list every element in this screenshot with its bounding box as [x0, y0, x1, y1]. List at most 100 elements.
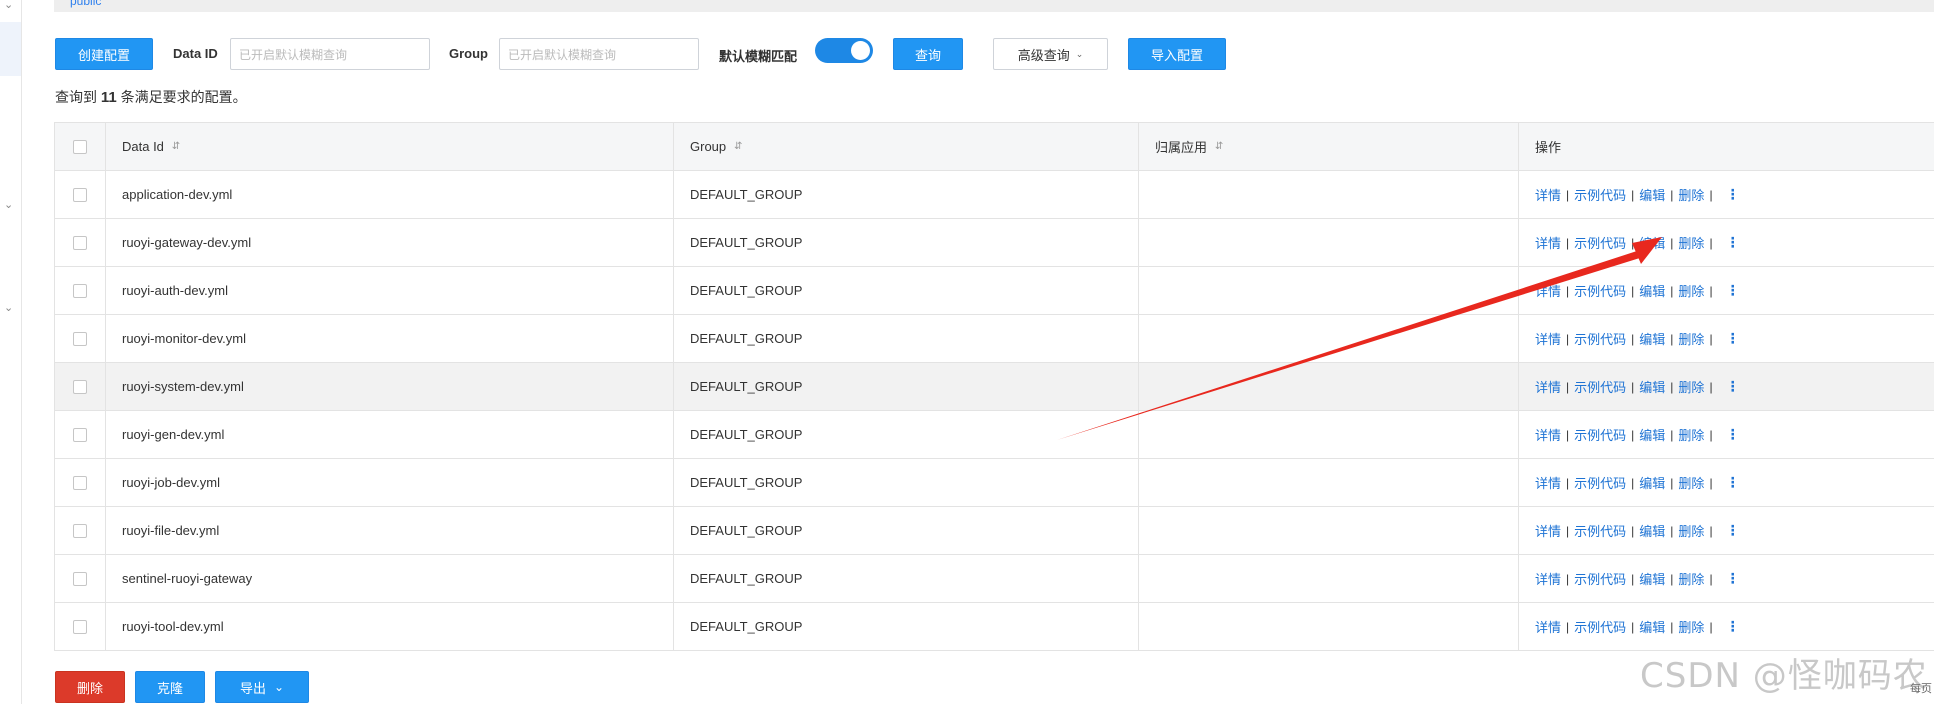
edit-link[interactable]: 编辑: [1639, 377, 1665, 396]
sample-code-link[interactable]: 示例代码: [1574, 233, 1626, 252]
detail-link[interactable]: 详情: [1535, 377, 1561, 396]
sample-code-link[interactable]: 示例代码: [1574, 521, 1626, 540]
edit-link[interactable]: 编辑: [1639, 473, 1665, 492]
edit-link[interactable]: 编辑: [1639, 185, 1665, 204]
edit-link[interactable]: 编辑: [1639, 569, 1665, 588]
select-all-checkbox[interactable]: [73, 139, 87, 154]
data-id-cell: ruoyi-job-dev.yml: [106, 459, 674, 506]
data-id-cell: ruoyi-gen-dev.yml: [106, 411, 674, 458]
row-checkbox[interactable]: [73, 427, 87, 442]
group-cell: DEFAULT_GROUP: [674, 603, 1139, 650]
detail-link[interactable]: 详情: [1535, 329, 1561, 348]
app-cell: [1139, 555, 1519, 602]
detail-link[interactable]: 详情: [1535, 521, 1561, 540]
separator: |: [1566, 331, 1570, 346]
sample-code-link[interactable]: 示例代码: [1574, 377, 1626, 396]
row-checkbox[interactable]: [73, 331, 87, 346]
sample-code-link[interactable]: 示例代码: [1574, 281, 1626, 300]
detail-link[interactable]: 详情: [1535, 425, 1561, 444]
delete-link[interactable]: 删除: [1678, 377, 1704, 396]
group-input[interactable]: 已开启默认模糊查询: [499, 38, 699, 70]
delete-link[interactable]: 删除: [1678, 233, 1704, 252]
row-checkbox[interactable]: [73, 187, 87, 202]
separator: |: [1709, 475, 1713, 490]
more-actions-icon[interactable]: ⋮: [1726, 378, 1740, 395]
more-actions-icon[interactable]: ⋮: [1726, 426, 1740, 443]
edit-link[interactable]: 编辑: [1639, 521, 1665, 540]
delete-link[interactable]: 删除: [1678, 329, 1704, 348]
app-cell: [1139, 219, 1519, 266]
chevron-down-icon: ⌄: [273, 680, 285, 694]
sample-code-link[interactable]: 示例代码: [1574, 617, 1626, 636]
more-actions-icon[interactable]: ⋮: [1726, 186, 1740, 203]
sample-code-link[interactable]: 示例代码: [1574, 329, 1626, 348]
delete-link[interactable]: 删除: [1678, 473, 1704, 492]
more-actions-icon[interactable]: ⋮: [1726, 474, 1740, 491]
sort-icon[interactable]: ⇵: [172, 141, 180, 152]
detail-link[interactable]: 详情: [1535, 617, 1561, 636]
summary-prefix: 查询到: [55, 89, 97, 105]
detail-link[interactable]: 详情: [1535, 473, 1561, 492]
row-checkbox[interactable]: [73, 475, 87, 490]
detail-link[interactable]: 详情: [1535, 233, 1561, 252]
sort-icon[interactable]: ⇵: [1215, 141, 1223, 152]
row-checkbox[interactable]: [73, 619, 87, 634]
more-actions-icon[interactable]: ⋮: [1726, 570, 1740, 587]
detail-link[interactable]: 详情: [1535, 569, 1561, 588]
edit-link[interactable]: 编辑: [1639, 329, 1665, 348]
group-cell: DEFAULT_GROUP: [674, 219, 1139, 266]
chevron-down-icon[interactable]: ⌄: [4, 303, 13, 314]
advanced-query-button[interactable]: 高级查询 ⌄: [993, 38, 1108, 70]
query-button[interactable]: 查询: [893, 38, 963, 70]
fuzzy-match-toggle[interactable]: [815, 38, 873, 63]
separator: |: [1631, 427, 1635, 442]
detail-link[interactable]: 详情: [1535, 281, 1561, 300]
row-checkbox[interactable]: [73, 571, 87, 586]
data-id-cell: ruoyi-gateway-dev.yml: [106, 219, 674, 266]
more-actions-icon[interactable]: ⋮: [1726, 618, 1740, 635]
sort-icon[interactable]: ⇵: [734, 141, 742, 152]
import-config-button[interactable]: 导入配置: [1128, 38, 1226, 70]
sample-code-link[interactable]: 示例代码: [1574, 569, 1626, 588]
fuzzy-match-label: 默认模糊匹配: [719, 49, 798, 64]
sample-code-link[interactable]: 示例代码: [1574, 473, 1626, 492]
more-actions-icon[interactable]: ⋮: [1726, 282, 1740, 299]
delete-link[interactable]: 删除: [1678, 569, 1704, 588]
dataid-input[interactable]: 已开启默认模糊查询: [230, 38, 430, 70]
delete-link[interactable]: 删除: [1678, 617, 1704, 636]
chevron-down-icon[interactable]: ⌄: [4, 200, 13, 211]
create-config-button[interactable]: 创建配置: [55, 38, 153, 70]
row-checkbox[interactable]: [73, 523, 87, 538]
header-app[interactable]: 归属应用 ⇵: [1139, 123, 1519, 170]
more-actions-icon[interactable]: ⋮: [1726, 330, 1740, 347]
sidebar-selected-item[interactable]: [0, 22, 21, 76]
data-id-cell: ruoyi-auth-dev.yml: [106, 267, 674, 314]
row-checkbox[interactable]: [73, 283, 87, 298]
edit-link[interactable]: 编辑: [1639, 281, 1665, 300]
edit-link[interactable]: 编辑: [1639, 233, 1665, 252]
detail-link[interactable]: 详情: [1535, 185, 1561, 204]
edit-link[interactable]: 编辑: [1639, 617, 1665, 636]
more-actions-icon[interactable]: ⋮: [1726, 522, 1740, 539]
export-button[interactable]: 导出 ⌄: [215, 671, 309, 703]
delete-link[interactable]: 删除: [1678, 281, 1704, 300]
more-actions-icon[interactable]: ⋮: [1726, 234, 1740, 251]
row-checkbox[interactable]: [73, 235, 87, 250]
namespace-link[interactable]: public: [70, 0, 101, 8]
chevron-down-icon[interactable]: ⌄: [4, 0, 13, 11]
header-group[interactable]: Group ⇵: [674, 123, 1139, 170]
sample-code-link[interactable]: 示例代码: [1574, 185, 1626, 204]
clone-button[interactable]: 克隆: [135, 671, 205, 703]
separator: |: [1709, 283, 1713, 298]
sample-code-link[interactable]: 示例代码: [1574, 425, 1626, 444]
separator: |: [1631, 283, 1635, 298]
edit-link[interactable]: 编辑: [1639, 425, 1665, 444]
delete-link[interactable]: 删除: [1678, 185, 1704, 204]
delete-link[interactable]: 删除: [1678, 521, 1704, 540]
row-checkbox[interactable]: [73, 379, 87, 394]
batch-delete-button[interactable]: 删除: [55, 671, 125, 703]
header-data-id[interactable]: Data Id ⇵: [106, 123, 674, 170]
separator: |: [1566, 571, 1570, 586]
ops-cell: 详情 | 示例代码 | 编辑 | 删除 | ⋮: [1519, 603, 1934, 650]
delete-link[interactable]: 删除: [1678, 425, 1704, 444]
